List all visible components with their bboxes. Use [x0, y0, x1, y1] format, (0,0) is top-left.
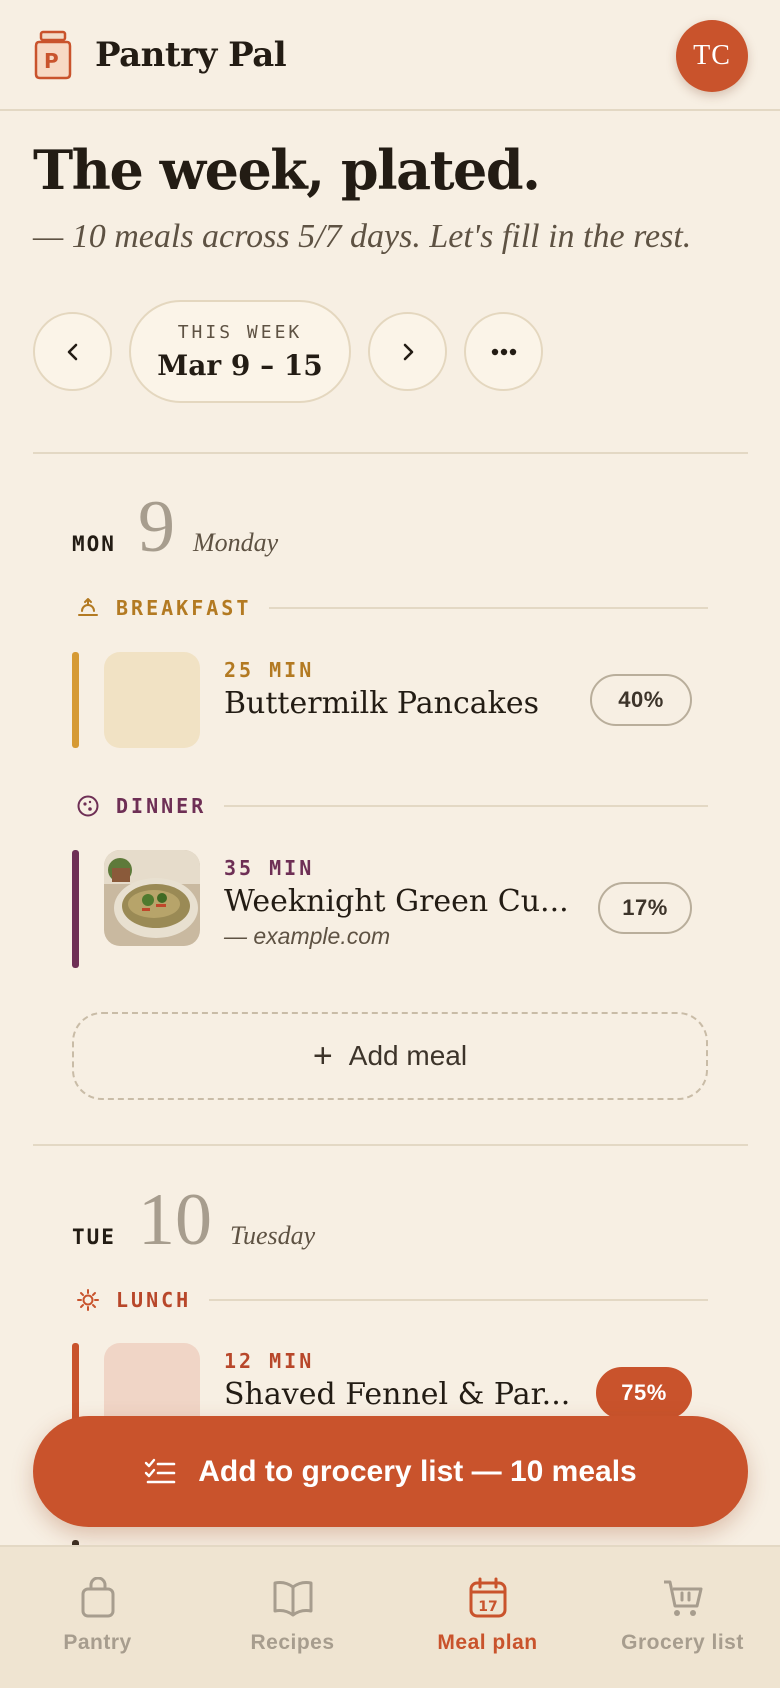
tab-label: Pantry — [63, 1631, 132, 1654]
book-icon — [272, 1577, 314, 1619]
moon-icon — [76, 794, 100, 818]
meal-photo — [104, 850, 200, 946]
week-navigation: THIS WEEK Mar 9 – 15 — [33, 300, 543, 403]
cta-label: Add to grocery list — 10 meals — [198, 1454, 637, 1488]
match-percent-badge: 17% — [598, 882, 692, 934]
day-header-monday: MON 9 Monday — [72, 490, 278, 564]
meal-type-label: DINNER — [116, 794, 207, 818]
page-subtitle: — 10 meals across 5/7 days. Let's fill i… — [33, 218, 692, 255]
sun-icon — [76, 1288, 100, 1312]
svg-text:P: P — [44, 49, 59, 73]
tab-label: Meal plan — [437, 1631, 538, 1654]
meal-accent-bar — [72, 652, 79, 748]
tab-grocery-list[interactable]: Grocery list — [585, 1547, 780, 1688]
tab-label: Recipes — [250, 1631, 335, 1654]
page-title: The week, plated. — [33, 138, 541, 202]
match-percent-badge: 75% — [596, 1367, 692, 1419]
svg-text:17: 17 — [478, 1599, 497, 1615]
plus-icon: + — [312, 1036, 333, 1075]
add-to-grocery-list-button[interactable]: Add to grocery list — 10 meals — [33, 1416, 748, 1527]
match-percent-badge: 40% — [590, 674, 692, 726]
day-number: 9 — [137, 486, 175, 568]
meal-time: 12 MIN — [224, 1349, 315, 1373]
meal-info: 12 MIN Shaved Fennel & Par... — [224, 1349, 570, 1412]
app-name: Pantry Pal — [95, 34, 287, 75]
day-name: Tuesday — [229, 1221, 316, 1250]
next-week-button[interactable] — [368, 312, 447, 391]
chevron-left-icon — [67, 343, 77, 360]
tab-label: Grocery list — [621, 1631, 744, 1654]
tab-meal-plan[interactable]: 17 Meal plan — [390, 1547, 585, 1688]
section-divider — [33, 452, 748, 454]
sunrise-icon — [76, 596, 100, 620]
app-header: P Pantry Pal TC — [0, 0, 780, 111]
meal-name: Weeknight Green Cu... — [224, 884, 569, 919]
avatar[interactable]: TC — [676, 20, 748, 92]
meal-type-rule — [209, 1299, 708, 1301]
meal-info: 35 MIN Weeknight Green Cu... — example.c… — [224, 856, 569, 950]
jar-logo-icon: P — [34, 30, 72, 79]
meal-card-pancakes[interactable]: 25 MIN Buttermilk Pancakes 40% — [72, 652, 708, 748]
week-label: THIS WEEK — [177, 321, 303, 343]
meal-info: 25 MIN Buttermilk Pancakes — [224, 658, 539, 721]
meal-type-label: BREAKFAST — [116, 596, 252, 620]
meal-type-rule — [269, 607, 708, 609]
meal-type-label: LUNCH — [116, 1288, 192, 1312]
tab-pantry[interactable]: Pantry — [0, 1547, 195, 1688]
meal-type-dinner: DINNER — [76, 794, 708, 818]
meal-name: Shaved Fennel & Par... — [224, 1377, 571, 1412]
meal-type-breakfast: BREAKFAST — [76, 596, 708, 620]
previous-week-button[interactable] — [33, 312, 112, 391]
day-abbr: MON — [72, 532, 116, 556]
bottom-tab-bar: Pantry Recipes 17 Meal plan Grocery list — [0, 1545, 780, 1688]
add-meal-label: Add meal — [348, 1040, 468, 1071]
day-header-tuesday: TUE 10 Tuesday — [72, 1183, 315, 1257]
tab-recipes[interactable]: Recipes — [195, 1547, 390, 1688]
meal-type-rule — [224, 805, 708, 807]
meal-card-green-curry[interactable]: 35 MIN Weeknight Green Cu... — example.c… — [72, 850, 708, 968]
meal-name: Buttermilk Pancakes — [224, 686, 539, 721]
meal-type-lunch: LUNCH — [76, 1288, 708, 1312]
calendar-icon: 17 — [467, 1577, 509, 1619]
meal-accent-bar — [72, 850, 79, 968]
add-meal-button[interactable]: + Add meal — [72, 1012, 708, 1100]
week-selector[interactable]: THIS WEEK Mar 9 – 15 — [129, 300, 351, 403]
day-name: Monday — [192, 528, 279, 557]
section-divider — [33, 1144, 748, 1146]
meal-thumbnail — [104, 652, 200, 748]
meal-time: 25 MIN — [224, 658, 315, 682]
more-dots-icon — [491, 348, 516, 355]
week-range: Mar 9 – 15 — [157, 348, 323, 382]
day-number: 10 — [137, 1179, 212, 1261]
chevron-right-icon — [403, 343, 413, 360]
more-options-button[interactable] — [464, 312, 543, 391]
meal-time: 35 MIN — [224, 856, 315, 880]
meal-source: — example.com — [224, 923, 391, 949]
cart-icon — [662, 1577, 704, 1619]
day-abbr: TUE — [72, 1225, 116, 1249]
bag-icon — [77, 1577, 119, 1619]
checklist-icon — [144, 1458, 176, 1486]
